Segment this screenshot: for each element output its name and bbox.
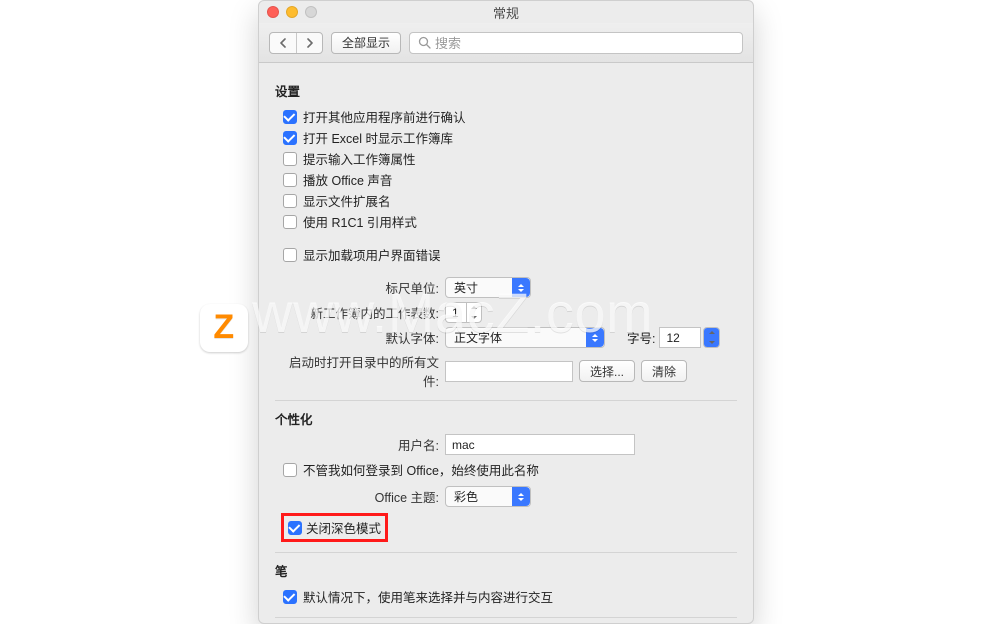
window-title: 常规 [259, 3, 753, 22]
label: 标尺单位: [275, 278, 445, 297]
label: Office 主题: [275, 487, 445, 506]
label: 播放 Office 声音 [303, 170, 392, 189]
font-size-stepper[interactable] [703, 327, 720, 348]
font-size-field[interactable]: 12 [659, 327, 701, 348]
label: 打开 Excel 时显示工作簿库 [303, 128, 453, 147]
default-font-select[interactable]: 正文字体 [445, 327, 605, 348]
row-ruler-units: 标尺单位: 英寸 [275, 277, 737, 298]
opt-show-gallery[interactable]: 打开 Excel 时显示工作簿库 [275, 127, 737, 148]
font-size-label: 字号: [627, 328, 655, 347]
content-area: 设置 打开其他应用程序前进行确认 打开 Excel 时显示工作簿库 提示输入工作… [259, 63, 753, 623]
search-icon [418, 36, 431, 49]
label: 启动时打开目录中的所有文件: [275, 352, 445, 390]
row-new-sheets: 新工作簿内的工作表数: 1 [275, 302, 737, 323]
checkbox-icon [283, 215, 297, 229]
row-theme: Office 主题: 彩色 [275, 486, 737, 507]
section-personal-title: 个性化 [275, 409, 737, 428]
chevron-right-icon [305, 38, 314, 48]
checkbox-icon[interactable] [288, 521, 302, 535]
opt-confirm-open[interactable]: 打开其他应用程序前进行确认 [275, 106, 737, 127]
titlebar: 常规 [259, 1, 753, 23]
label: 打开其他应用程序前进行确认 [303, 107, 466, 126]
row-startup-folder: 启动时打开目录中的所有文件: 选择... 清除 [275, 352, 737, 390]
search-input[interactable]: 搜索 [409, 32, 743, 54]
opt-pen-select[interactable]: 默认情况下，使用笔来选择并与内容进行交互 [275, 586, 737, 607]
opt-prompt-props[interactable]: 提示输入工作簿属性 [275, 148, 737, 169]
sheets-stepper[interactable]: 1 [445, 302, 482, 323]
checkbox-icon [283, 152, 297, 166]
divider [275, 617, 737, 618]
label: 默认字体: [275, 328, 445, 347]
label: 显示加载项用户界面错误 [303, 245, 441, 264]
theme-select[interactable]: 彩色 [445, 486, 531, 507]
opt-extensions[interactable]: 显示文件扩展名 [275, 190, 737, 211]
label: 新工作簿内的工作表数: [275, 303, 445, 322]
dropdown-arrow-icon [512, 487, 530, 506]
clear-button[interactable]: 清除 [641, 360, 687, 382]
chevron-left-icon [279, 38, 288, 48]
label: 不管我如何登录到 Office，始终使用此名称 [303, 460, 539, 479]
checkbox-icon [283, 173, 297, 187]
checkbox-icon [283, 110, 297, 124]
label: 默认情况下，使用笔来选择并与内容进行交互 [303, 587, 553, 606]
startup-folder-field[interactable] [445, 361, 573, 382]
ruler-units-select[interactable]: 英寸 [445, 277, 531, 298]
nav-back-forward [269, 32, 323, 54]
row-default-font: 默认字体: 正文字体 字号: 12 [275, 327, 737, 348]
search-placeholder: 搜索 [435, 33, 461, 52]
dropdown-arrow-icon [586, 328, 604, 347]
row-username: 用户名: mac [275, 434, 737, 455]
label: 用户名: [275, 435, 445, 454]
section-pen-title: 笔 [275, 561, 737, 580]
label: 关闭深色模式 [306, 518, 381, 537]
toolbar: 全部显示 搜索 [259, 23, 753, 63]
back-button[interactable] [270, 33, 296, 53]
show-all-button[interactable]: 全部显示 [331, 32, 401, 54]
choose-button[interactable]: 选择... [579, 360, 635, 382]
dropdown-arrow-icon [512, 278, 530, 297]
label: 显示文件扩展名 [303, 191, 391, 210]
opt-always-use-name[interactable]: 不管我如何登录到 Office，始终使用此名称 [275, 459, 737, 480]
opt-r1c1[interactable]: 使用 R1C1 引用样式 [275, 211, 737, 232]
opt-sounds[interactable]: 播放 Office 声音 [275, 169, 737, 190]
divider [275, 552, 737, 553]
highlight-box: 关闭深色模式 [281, 513, 388, 542]
label: 使用 R1C1 引用样式 [303, 212, 417, 231]
opt-addin-errors[interactable]: 显示加载项用户界面错误 [275, 244, 737, 265]
preferences-window: 常规 全部显示 搜索 设置 打开其他应用程序前进行确认 打开 Excel 时显示… [258, 0, 754, 624]
username-field[interactable]: mac [445, 434, 635, 455]
divider [275, 400, 737, 401]
label: 提示输入工作簿属性 [303, 149, 416, 168]
forward-button[interactable] [296, 33, 322, 53]
section-settings-title: 设置 [275, 81, 737, 100]
checkbox-icon [283, 194, 297, 208]
watermark-logo-icon: Z [200, 304, 248, 352]
checkbox-icon [283, 131, 297, 145]
checkbox-icon [283, 463, 297, 477]
checkbox-icon [283, 248, 297, 262]
opt-disable-dark-mode-wrap: 关闭深色模式 [279, 513, 737, 542]
checkbox-icon [283, 590, 297, 604]
